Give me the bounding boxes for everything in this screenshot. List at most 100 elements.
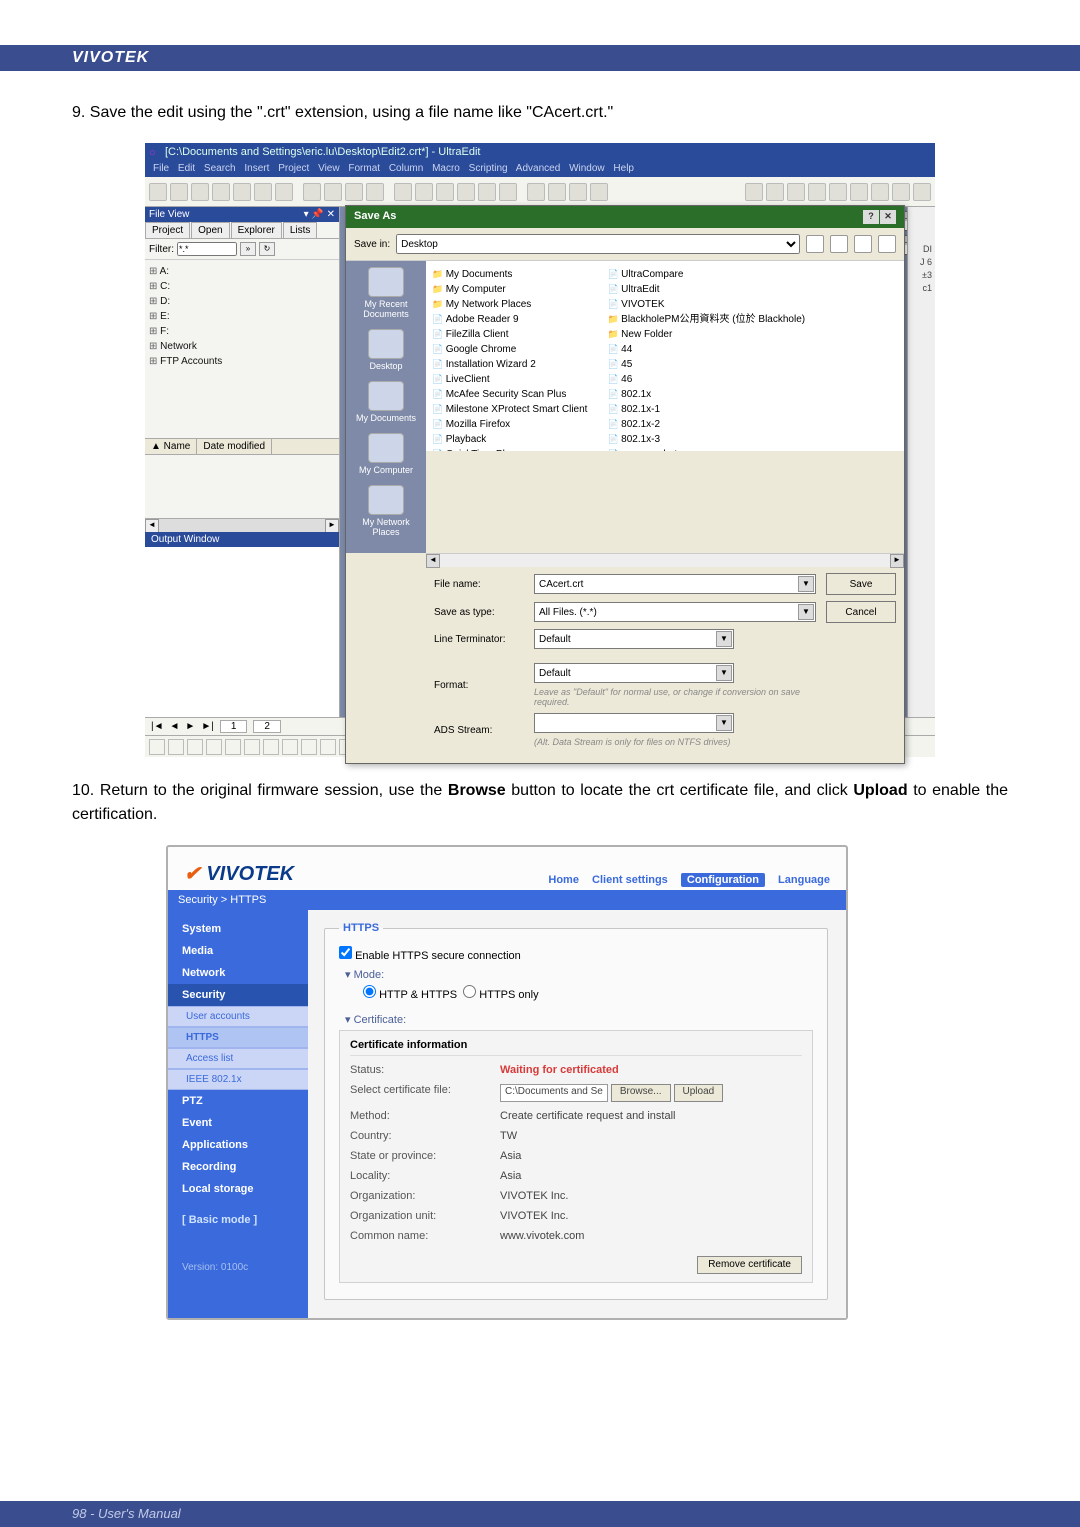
- toolbar-icon[interactable]: [191, 183, 209, 201]
- menu-help[interactable]: Help: [613, 163, 634, 174]
- chevron-down-icon[interactable]: ▼: [716, 631, 732, 647]
- toolbar-icon[interactable]: [766, 183, 784, 201]
- file-item[interactable]: Milestone XProtect Smart Client: [432, 402, 587, 417]
- file-item[interactable]: 802.1x-1: [607, 402, 805, 417]
- sidebar-item-event[interactable]: Event: [168, 1112, 308, 1134]
- sidebar-sub-https[interactable]: HTTPS: [168, 1027, 308, 1048]
- toolbar-icon[interactable]: [415, 183, 433, 201]
- toolbar-icon[interactable]: [569, 183, 587, 201]
- file-item[interactable]: Adobe Reader 9: [432, 312, 587, 327]
- saveastype-select[interactable]: All Files. (*.*)▼: [534, 602, 816, 622]
- toolbar-icon[interactable]: [527, 183, 545, 201]
- toolbar-icon[interactable]: [548, 183, 566, 201]
- file-item[interactable]: 46: [607, 372, 805, 387]
- toolbar-icon[interactable]: [745, 183, 763, 201]
- page-first[interactable]: |◄: [151, 721, 164, 732]
- toolbar-icon[interactable]: [499, 183, 517, 201]
- chevron-down-icon[interactable]: ▼: [798, 576, 814, 592]
- sidebar-sub-8021x[interactable]: IEEE 802.1x: [168, 1069, 308, 1090]
- up-icon[interactable]: [830, 235, 848, 253]
- bt-icon[interactable]: [320, 739, 336, 755]
- sidebar-item-localstorage[interactable]: Local storage: [168, 1178, 308, 1200]
- page-tab-2[interactable]: 2: [253, 720, 281, 733]
- bt-icon[interactable]: [301, 739, 317, 755]
- toolbar-icon[interactable]: [394, 183, 412, 201]
- scroll-right[interactable]: ►: [325, 519, 339, 533]
- file-browser[interactable]: My Documents My Computer My Network Plac…: [426, 261, 904, 451]
- toolbar-icon[interactable]: [457, 183, 475, 201]
- tab-project[interactable]: Project: [145, 222, 190, 238]
- file-item[interactable]: access_alert: [607, 447, 805, 451]
- toolbar-icon[interactable]: [436, 183, 454, 201]
- sidebar-sub-useraccounts[interactable]: User accounts: [168, 1006, 308, 1027]
- sidebar-item-applications[interactable]: Applications: [168, 1134, 308, 1156]
- scroll-left[interactable]: ◄: [426, 554, 440, 568]
- place-recent[interactable]: My Recent Documents: [350, 267, 422, 319]
- bt-icon[interactable]: [206, 739, 222, 755]
- views-icon[interactable]: [878, 235, 896, 253]
- toolbar-icon[interactable]: [324, 183, 342, 201]
- menu-view[interactable]: View: [318, 163, 340, 174]
- back-icon[interactable]: [806, 235, 824, 253]
- file-item[interactable]: UltraCompare: [607, 267, 805, 282]
- toolbar-icon[interactable]: [254, 183, 272, 201]
- chevron-down-icon[interactable]: ▼: [716, 665, 732, 681]
- toolbar-icon[interactable]: [366, 183, 384, 201]
- menu-advanced[interactable]: Advanced: [516, 163, 560, 174]
- sidebar-item-system[interactable]: System: [168, 918, 308, 940]
- chevron-down-icon[interactable]: ▼: [716, 715, 732, 731]
- file-item[interactable]: FileZilla Client: [432, 327, 587, 342]
- menu-column[interactable]: Column: [389, 163, 423, 174]
- toolbar-icon[interactable]: [787, 183, 805, 201]
- toolbar-icon[interactable]: [212, 183, 230, 201]
- filename-input[interactable]: CAcert.crt▼: [534, 574, 816, 594]
- nav-configuration[interactable]: Configuration: [681, 873, 765, 887]
- file-item[interactable]: New Folder: [607, 327, 805, 342]
- menu-window[interactable]: Window: [569, 163, 605, 174]
- page-last[interactable]: ►|: [201, 721, 214, 732]
- filter-go-button[interactable]: »: [240, 242, 256, 256]
- menu-project[interactable]: Project: [278, 163, 309, 174]
- file-item[interactable]: 45: [607, 357, 805, 372]
- file-item[interactable]: BlackholePM公用資料夾 (位於 Blackhole): [607, 312, 805, 327]
- toolbar-icon[interactable]: [871, 183, 889, 201]
- file-item[interactable]: 802.1x-2: [607, 417, 805, 432]
- nav-language[interactable]: Language: [778, 874, 830, 886]
- chevron-down-icon[interactable]: ▼: [798, 604, 814, 620]
- bt-icon[interactable]: [225, 739, 241, 755]
- place-mydocs[interactable]: My Documents: [350, 381, 422, 423]
- sidebar-item-recording[interactable]: Recording: [168, 1156, 308, 1178]
- sidebar-item-network[interactable]: Network: [168, 962, 308, 984]
- save-button[interactable]: Save: [826, 573, 896, 595]
- toolbar-icon[interactable]: [829, 183, 847, 201]
- tree-item[interactable]: F:: [149, 324, 335, 339]
- ads-select[interactable]: ▼: [534, 713, 734, 733]
- menu-insert[interactable]: Insert: [244, 163, 269, 174]
- mode-radio-both[interactable]: [363, 985, 376, 998]
- tree-item[interactable]: E:: [149, 309, 335, 324]
- file-item[interactable]: Mozilla Firefox: [432, 417, 587, 432]
- lineterm-select[interactable]: Default▼: [534, 629, 734, 649]
- bt-icon[interactable]: [168, 739, 184, 755]
- menu-file[interactable]: File: [153, 163, 169, 174]
- file-item[interactable]: 802.1x-3: [607, 432, 805, 447]
- filter-refresh-button[interactable]: ↻: [259, 242, 275, 256]
- tree-item[interactable]: C:: [149, 279, 335, 294]
- remove-certificate-button[interactable]: Remove certificate: [697, 1256, 802, 1274]
- upload-button[interactable]: Upload: [674, 1084, 724, 1102]
- menu-format[interactable]: Format: [348, 163, 380, 174]
- file-item[interactable]: Installation Wizard 2: [432, 357, 587, 372]
- panel-controls[interactable]: ▾ 📌 ✕: [304, 209, 335, 220]
- basic-mode-link[interactable]: [ Basic mode ]: [168, 1200, 308, 1232]
- file-item[interactable]: My Documents: [432, 267, 587, 282]
- filter-input[interactable]: [177, 242, 237, 256]
- sidebar-sub-accesslist[interactable]: Access list: [168, 1048, 308, 1069]
- toolbar-icon[interactable]: [170, 183, 188, 201]
- place-mycomputer[interactable]: My Computer: [350, 433, 422, 475]
- sidebar-item-ptz[interactable]: PTZ: [168, 1090, 308, 1112]
- newfolder-icon[interactable]: [854, 235, 872, 253]
- toolbar-icon[interactable]: [233, 183, 251, 201]
- file-item[interactable]: 44: [607, 342, 805, 357]
- bt-icon[interactable]: [244, 739, 260, 755]
- file-item[interactable]: LiveClient: [432, 372, 587, 387]
